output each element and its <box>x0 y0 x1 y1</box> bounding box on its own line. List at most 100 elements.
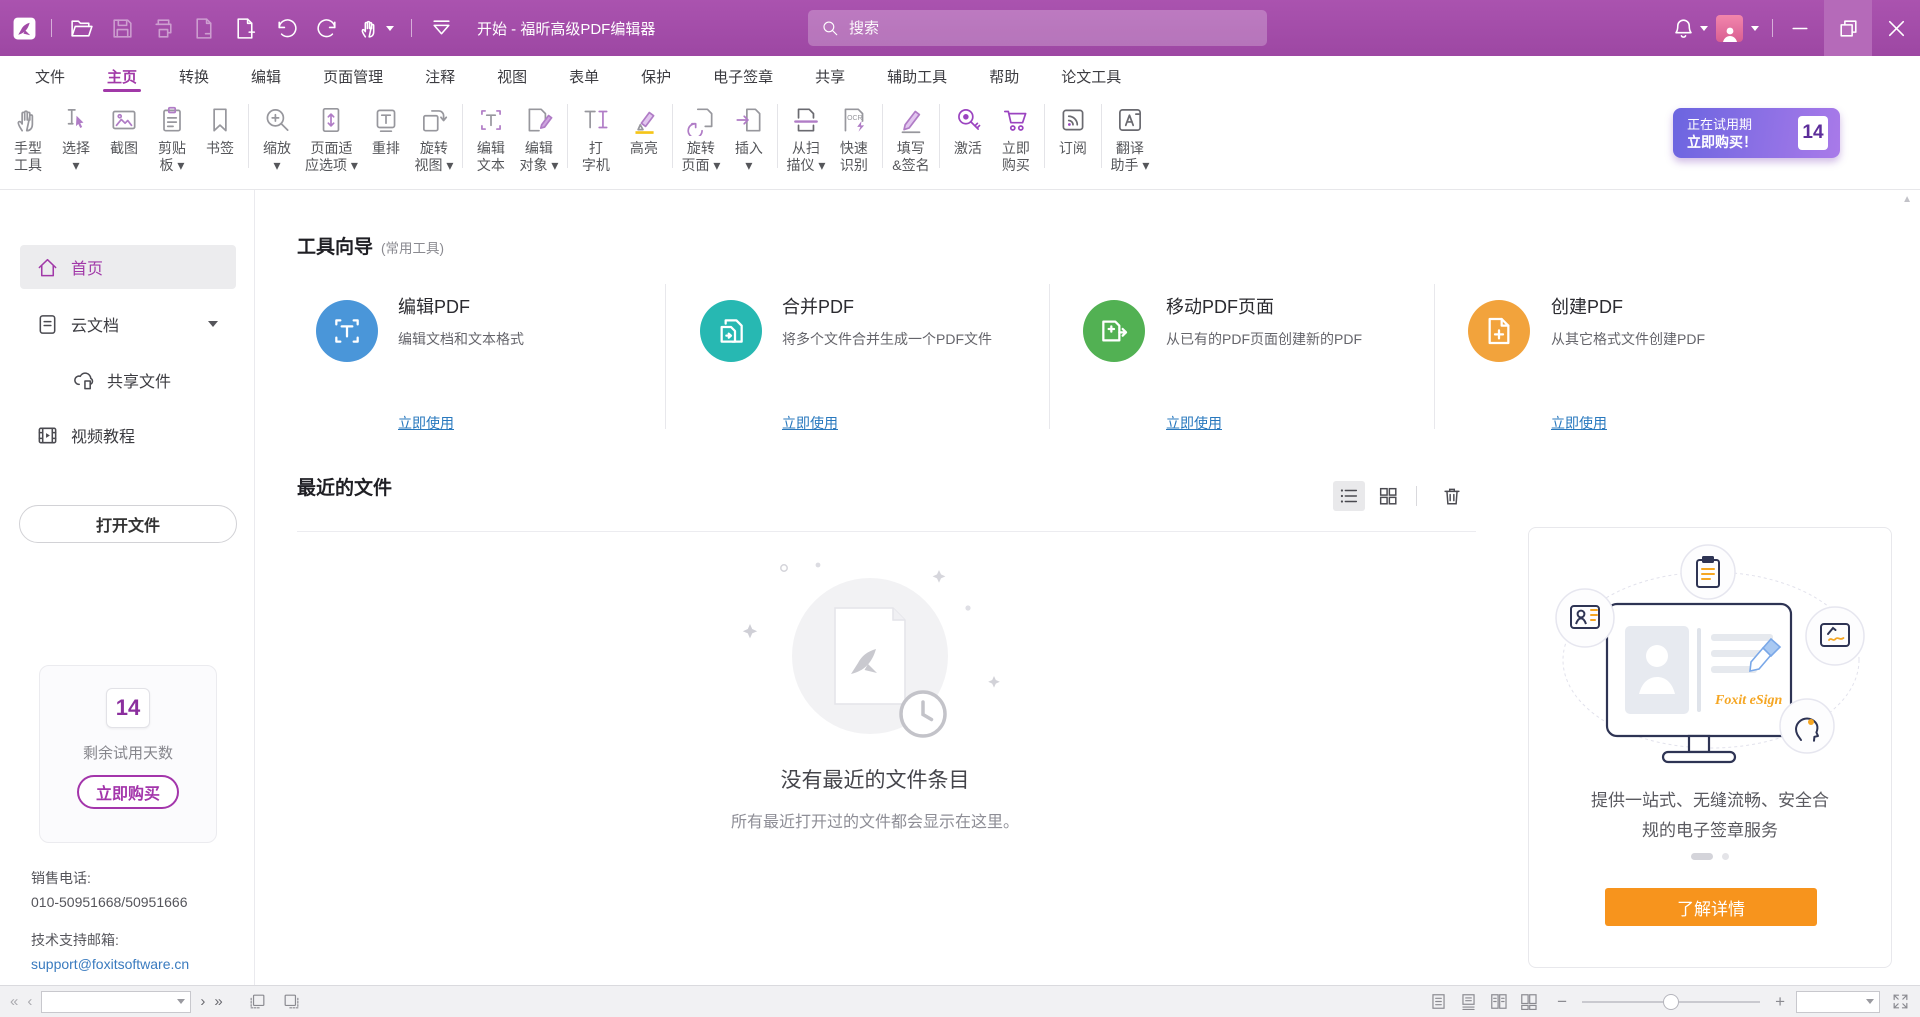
sidebar-item-video-tutorials[interactable]: 视频教程 <box>20 413 236 457</box>
chevron-down-icon[interactable] <box>1751 26 1759 31</box>
tool-activate[interactable]: 激活 <box>944 96 992 189</box>
tool-reflow[interactable]: 重排 <box>362 96 410 189</box>
menu-protect[interactable]: 保护 <box>637 56 675 96</box>
trial-badge-line1: 正在试用期 <box>1687 116 1757 133</box>
menu-view[interactable]: 视图 <box>493 56 531 96</box>
tool-label: 工具 <box>14 157 42 174</box>
menu-share[interactable]: 共享 <box>811 56 849 96</box>
tool-label: 打 <box>582 140 610 157</box>
minimize-button[interactable] <box>1776 0 1824 56</box>
tool-bookmark[interactable]: 书签 <box>196 96 244 189</box>
zoom-slider[interactable] <box>1582 1001 1760 1003</box>
facing-continuous-view-icon[interactable] <box>1519 992 1538 1011</box>
search-bar[interactable] <box>808 10 1267 46</box>
tool-edit-object[interactable]: 编辑对象 ▾ <box>515 96 563 189</box>
buy-now-button[interactable]: 立即购买 <box>77 775 179 809</box>
trial-purchase-badge[interactable]: 正在试用期 立即购买！ 14 <box>1673 108 1840 158</box>
tool-hand[interactable]: 手型工具 <box>4 96 52 189</box>
restore-window-button[interactable] <box>1824 0 1872 56</box>
card-link-create-pdf[interactable]: 立即使用 <box>1551 413 1607 433</box>
previous-page-button[interactable]: ‹ <box>27 994 32 1009</box>
open-file-button[interactable] <box>66 12 96 44</box>
redo-button[interactable] <box>312 12 342 44</box>
tool-highlight[interactable]: 高亮 <box>620 96 668 189</box>
tool-typewriter[interactable]: 打字机 <box>572 96 620 189</box>
menu-file[interactable]: 文件 <box>31 56 69 96</box>
tool-fit-page[interactable]: 页面适应选项 ▾ <box>301 96 362 189</box>
user-avatar[interactable] <box>1716 15 1743 42</box>
page-number-input[interactable] <box>41 991 191 1013</box>
fullscreen-icon[interactable] <box>1891 992 1910 1011</box>
tool-buy-now[interactable]: 立即购买 <box>992 96 1040 189</box>
sidebar-item-cloud-docs[interactable]: 云文档 <box>20 302 236 346</box>
scrollbar-up-arrow[interactable]: ▲ <box>1902 194 1912 205</box>
tool-ocr[interactable]: OCR 快速识别 <box>830 96 878 189</box>
zoom-slider-knob[interactable] <box>1663 994 1679 1010</box>
next-view-icon[interactable] <box>282 992 301 1011</box>
menu-page-organize[interactable]: 页面管理 <box>319 56 387 96</box>
tool-label: 激活 <box>954 140 982 157</box>
learn-more-button[interactable]: 了解详情 <box>1605 888 1817 926</box>
search-input[interactable] <box>849 20 1229 37</box>
save-button[interactable] <box>107 12 137 44</box>
menu-home[interactable]: 主页 <box>103 56 141 96</box>
card-link-merge-pdf[interactable]: 立即使用 <box>782 413 838 433</box>
tool-subscribe[interactable]: 订阅 <box>1049 96 1097 189</box>
undo-button[interactable] <box>271 12 301 44</box>
open-file-pill-button[interactable]: 打开文件 <box>19 505 237 543</box>
cloud-share-icon <box>72 369 95 392</box>
carousel-dot-active[interactable] <box>1691 853 1713 860</box>
menu-form[interactable]: 表单 <box>565 56 603 96</box>
clear-recent-button[interactable] <box>1436 481 1468 511</box>
list-view-button[interactable] <box>1333 481 1365 511</box>
previous-view-icon[interactable] <box>248 992 267 1011</box>
support-email-link[interactable]: support@foxitsoftware.cn <box>31 952 189 976</box>
chevron-down-icon[interactable] <box>1700 26 1708 31</box>
grid-view-button[interactable] <box>1372 481 1404 511</box>
tool-edit-text[interactable]: 编辑文本 <box>467 96 515 189</box>
collapse-ribbon-button[interactable] <box>426 12 456 44</box>
card-link-move-pdf[interactable]: 立即使用 <box>1166 413 1222 433</box>
single-page-view-icon[interactable] <box>1429 992 1448 1011</box>
sidebar-item-shared-files[interactable]: 共享文件 <box>20 358 236 402</box>
chevron-down-icon[interactable] <box>177 999 185 1004</box>
zoom-in-button[interactable]: + <box>1775 993 1785 1010</box>
tool-from-scanner[interactable]: 从扫描仪 ▾ <box>782 96 830 189</box>
sidebar-item-home[interactable]: 首页 <box>20 245 236 289</box>
notifications-button[interactable] <box>1668 12 1698 44</box>
print-button[interactable] <box>148 12 178 44</box>
tool-insert[interactable]: 插入▾ <box>725 96 773 189</box>
tool-label: ▾ <box>62 157 90 174</box>
facing-view-icon[interactable] <box>1489 992 1508 1011</box>
tool-zoom[interactable]: 缩放▾ <box>253 96 301 189</box>
zoom-level-input[interactable] <box>1796 991 1880 1013</box>
tool-label: 编辑 <box>477 140 505 157</box>
tool-snapshot[interactable]: 截图 <box>100 96 148 189</box>
chevron-down-icon[interactable] <box>208 321 218 327</box>
chevron-down-icon[interactable] <box>1866 999 1874 1004</box>
carousel-dot[interactable] <box>1722 853 1729 860</box>
menu-edit[interactable]: 编辑 <box>247 56 285 96</box>
tool-select[interactable]: 选择▾ <box>52 96 100 189</box>
tool-rotate-pages[interactable]: 旋转页面 ▾ <box>677 96 725 189</box>
first-page-button[interactable]: « <box>10 994 18 1009</box>
menu-accessibility[interactable]: 辅助工具 <box>883 56 951 96</box>
zoom-out-button[interactable]: − <box>1557 993 1567 1010</box>
tool-clipboard[interactable]: 剪贴板 ▾ <box>148 96 196 189</box>
menu-help[interactable]: 帮助 <box>985 56 1023 96</box>
menu-esign[interactable]: 电子签章 <box>709 56 777 96</box>
card-link-edit-pdf[interactable]: 立即使用 <box>398 413 454 433</box>
next-page-button[interactable]: › <box>200 994 205 1009</box>
close-window-button[interactable] <box>1872 0 1920 56</box>
tool-translate-assistant[interactable]: 翻译助手 ▾ <box>1106 96 1154 189</box>
continuous-view-icon[interactable] <box>1459 992 1478 1011</box>
menu-comment[interactable]: 注释 <box>421 56 459 96</box>
hand-tool-quick-button[interactable] <box>353 12 397 44</box>
menu-paper-tools[interactable]: 论文工具 <box>1057 56 1125 96</box>
new-page-button[interactable] <box>230 12 260 44</box>
tool-rotate-view[interactable]: 旋转视图 ▾ <box>410 96 458 189</box>
close-page-button[interactable] <box>189 12 219 44</box>
last-page-button[interactable]: » <box>214 994 222 1009</box>
tool-fill-sign[interactable]: 填写&签名 <box>887 96 935 189</box>
menu-convert[interactable]: 转换 <box>175 56 213 96</box>
